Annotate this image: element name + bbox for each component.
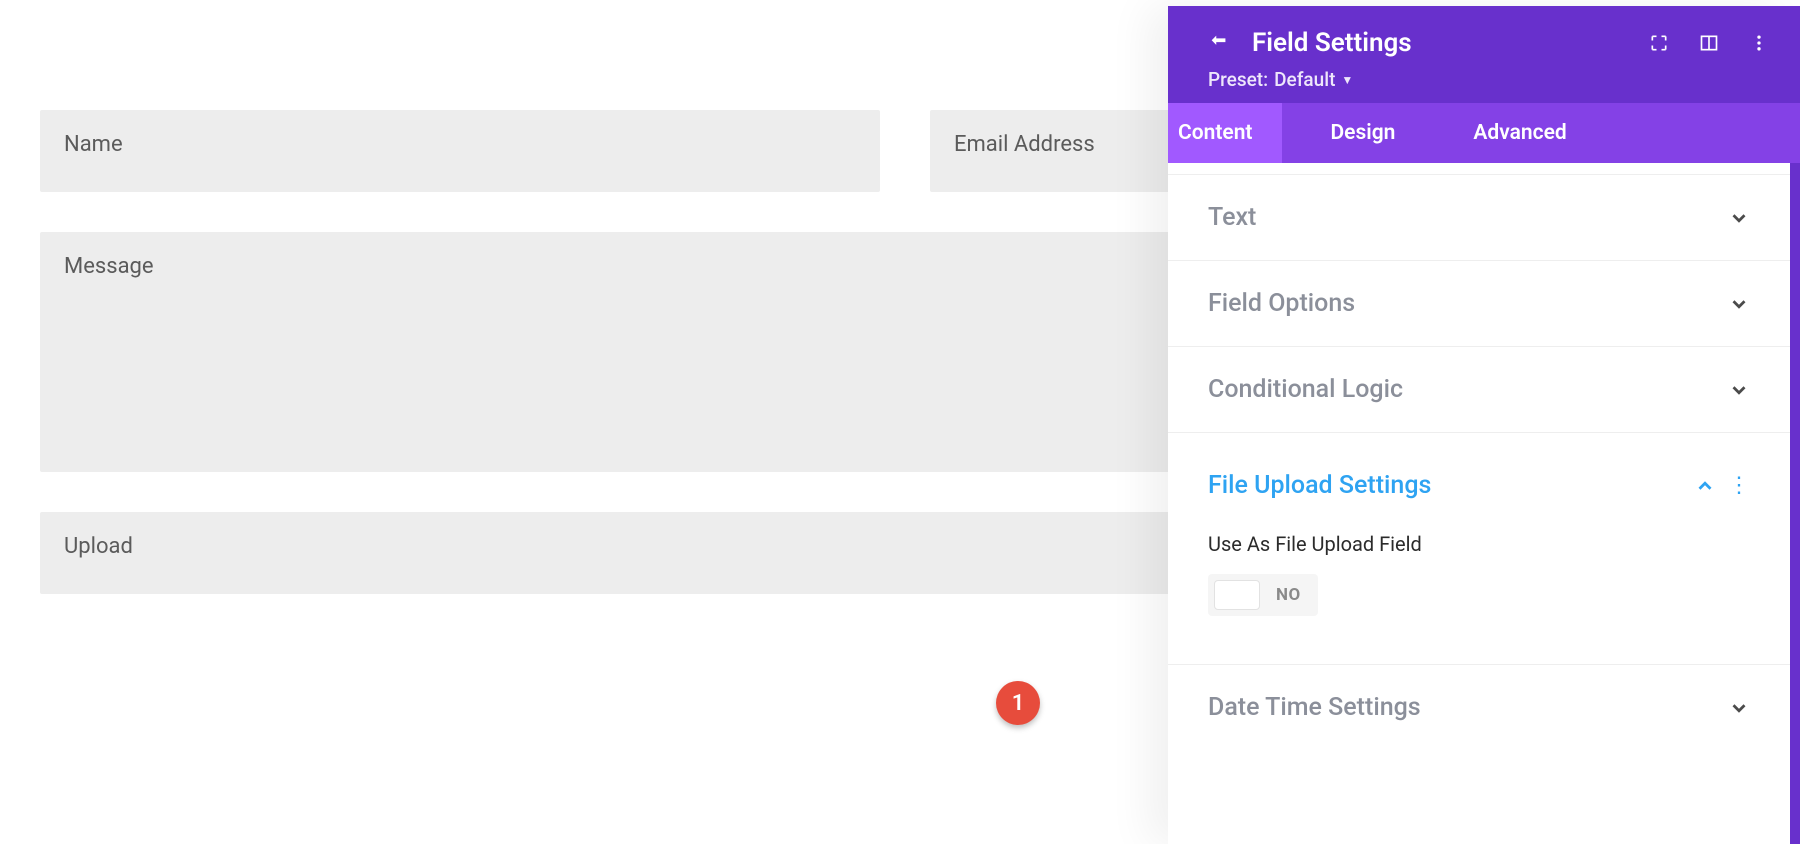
accordion-text-header[interactable]: Text <box>1168 175 1790 260</box>
message-textarea-label: Message <box>64 254 154 279</box>
expand-icon[interactable] <box>1648 32 1670 54</box>
accordion-conditional-logic-title: Conditional Logic <box>1208 375 1403 404</box>
columns-icon[interactable] <box>1698 32 1720 54</box>
search-bar-partial <box>1168 163 1790 175</box>
annotation-badge-1: 1 <box>996 681 1040 725</box>
chevron-down-icon <box>1728 379 1750 401</box>
panel-body: Text Field Options Conditional Logic <box>1168 163 1800 844</box>
panel-tabs: Content Design Advanced <box>1168 103 1800 163</box>
preset-prefix: Preset: <box>1208 68 1268 91</box>
upload-input-label: Upload <box>64 534 133 559</box>
back-icon[interactable] <box>1208 32 1230 54</box>
tab-content-label: Content <box>1178 121 1252 145</box>
tab-design-label: Design <box>1330 121 1395 145</box>
chevron-down-icon <box>1728 697 1750 719</box>
chevron-down-icon <box>1728 207 1750 229</box>
accordion-file-upload-header[interactable]: File Upload Settings ⋮ <box>1168 433 1790 528</box>
toggle-knob <box>1214 580 1260 610</box>
panel-title: Field Settings <box>1252 28 1412 58</box>
preset-selector[interactable]: Preset: Default ▼ <box>1208 68 1770 91</box>
chevron-up-icon <box>1694 475 1716 497</box>
accordion-field-options-header[interactable]: Field Options <box>1168 261 1790 346</box>
accordion-conditional-logic-header[interactable]: Conditional Logic <box>1168 347 1790 432</box>
caret-down-icon: ▼ <box>1341 73 1353 87</box>
tab-content[interactable]: Content <box>1168 103 1282 163</box>
email-input-label: Email Address <box>954 132 1095 157</box>
name-input[interactable]: Name <box>40 110 880 192</box>
use-as-file-upload-label: Use As File Upload Field <box>1208 532 1750 556</box>
accordion-date-time-title: Date Time Settings <box>1208 693 1421 722</box>
accordion-date-time-header[interactable]: Date Time Settings <box>1168 665 1790 750</box>
settings-panel: Field Settings Preset: Default ▼ Content <box>1168 6 1800 844</box>
accordion-file-upload: File Upload Settings ⋮ Use As File Uploa… <box>1168 433 1790 665</box>
chevron-down-icon <box>1728 293 1750 315</box>
accordion-file-upload-title: File Upload Settings <box>1208 471 1431 500</box>
accordion-field-options: Field Options <box>1168 261 1790 347</box>
preset-value: Default <box>1274 68 1335 91</box>
use-as-file-upload-toggle[interactable]: NO <box>1208 574 1318 616</box>
accordion-file-upload-body: Use As File Upload Field NO <box>1168 528 1790 664</box>
accordion-text: Text <box>1168 175 1790 261</box>
panel-header: Field Settings Preset: Default ▼ <box>1168 6 1800 103</box>
accordion-field-options-title: Field Options <box>1208 289 1355 318</box>
annotation-badge-1-label: 1 <box>1012 691 1025 716</box>
more-icon[interactable] <box>1748 32 1770 54</box>
tab-design[interactable]: Design <box>1282 103 1425 163</box>
accordion-conditional-logic: Conditional Logic <box>1168 347 1790 433</box>
tab-advanced-label: Advanced <box>1473 121 1566 145</box>
section-more-icon[interactable]: ⋮ <box>1728 481 1750 491</box>
name-input-label: Name <box>64 132 123 157</box>
accordion-text-title: Text <box>1208 203 1256 232</box>
toggle-state-label: NO <box>1276 585 1301 605</box>
tab-advanced[interactable]: Advanced <box>1425 103 1596 163</box>
accordion-date-time: Date Time Settings <box>1168 665 1790 750</box>
